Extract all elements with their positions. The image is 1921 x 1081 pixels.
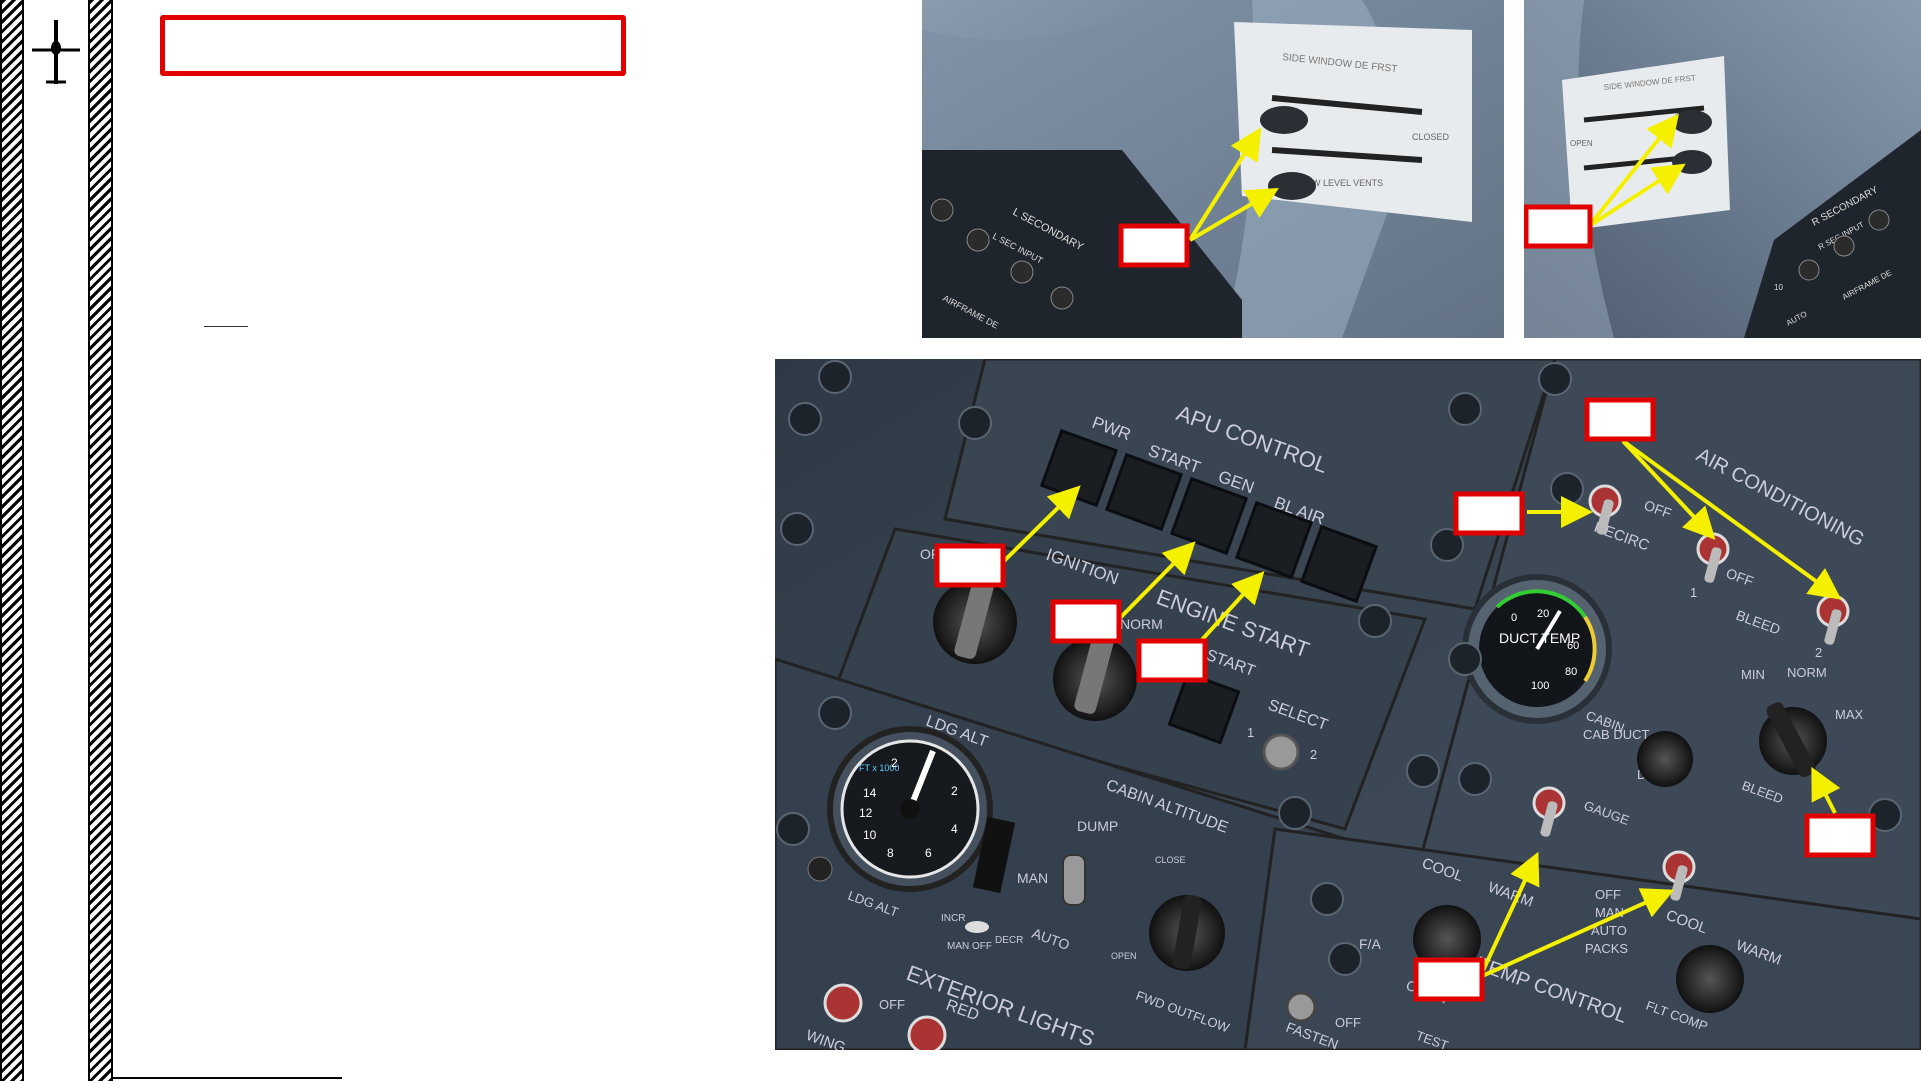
ldg-alt-tick: 14 <box>863 786 877 800</box>
left-margin-stripe <box>0 0 24 1081</box>
airplane-logo-icon <box>30 18 82 88</box>
fasten-off-label: OFF <box>1335 1015 1361 1030</box>
ldg-alt-tick: 12 <box>859 806 873 820</box>
open-label: OPEN <box>1111 951 1137 961</box>
gauge-tick: 60 <box>1567 640 1579 652</box>
wing-lights-toggle[interactable] <box>823 983 863 1023</box>
ldg-alt-tick: 2 <box>951 784 958 798</box>
gauge-tick: 80 <box>1565 666 1577 678</box>
divider <box>204 326 248 327</box>
dump-label: DUMP <box>1077 818 1118 834</box>
decr-label: DECR <box>995 935 1023 946</box>
wing-off-label: OFF <box>879 997 905 1012</box>
overhead-panel-photo: APU CONTROL PWR START GEN BL AIR IGNITIO… <box>775 359 1921 1050</box>
callout-box <box>1584 397 1656 442</box>
ldg-alt-knob[interactable] <box>807 856 833 882</box>
close-label: CLOSE <box>1155 855 1186 865</box>
closed-label: CLOSED <box>1412 132 1450 142</box>
upper-vent-lever[interactable] <box>1672 110 1712 134</box>
flight-compartment-temp-selector[interactable] <box>1676 945 1744 1013</box>
select-2-label: 2 <box>1310 747 1317 762</box>
ldg-alt-tick: 4 <box>951 822 958 836</box>
inner-margin-stripe <box>88 0 113 1081</box>
packs-off-label: OFF <box>1595 887 1621 902</box>
callout-box <box>934 543 1006 588</box>
page-title-box <box>160 15 626 76</box>
man-label: MAN <box>1017 870 1048 886</box>
callout-box <box>1804 813 1876 858</box>
callout-box <box>1050 599 1122 644</box>
landing-altitude-gauge: FT x 1000 2 14 12 10 8 6 4 2 <box>827 726 993 892</box>
ldg-alt-tick: 10 <box>863 828 877 842</box>
footer-divider <box>112 1077 342 1079</box>
cb-value: 10 <box>1774 283 1783 292</box>
man-off-label: MAN OFF <box>947 941 992 952</box>
callout-box <box>1413 957 1485 1002</box>
ldg-alt-tick: 2 <box>891 756 898 770</box>
open-label: OPEN <box>1570 139 1593 148</box>
cab-duct-label: CAB DUCT <box>1583 727 1650 742</box>
callout-box <box>1136 638 1208 683</box>
gauge-tick: 100 <box>1531 680 1549 692</box>
callout-box <box>1453 491 1525 536</box>
gauge-tick: 20 <box>1537 608 1549 620</box>
select-1-label: 1 <box>1247 725 1254 740</box>
ldg-alt-tick: 8 <box>887 846 894 860</box>
red-beacon-toggle[interactable] <box>907 1015 947 1050</box>
ignition-norm-label: NORM <box>1120 616 1163 632</box>
callout-box <box>1524 204 1593 249</box>
bleed-1-label: 1 <box>1690 585 1697 600</box>
duct-temp-gauge: DUCT TEMP 0 20 60 80 100 <box>1462 574 1612 724</box>
right-window-photo: SIDE WINDOW DE FRST OPEN R SECONDARY R S… <box>1524 0 1921 338</box>
lower-vent-lever[interactable] <box>1268 172 1316 200</box>
pressurization-mode-switch[interactable] <box>1062 854 1086 906</box>
packs-label: PACKS <box>1585 941 1628 956</box>
norm-label: NORM <box>1787 665 1827 680</box>
fasten-belts-switch[interactable] <box>1285 991 1317 1023</box>
callout-box <box>1118 223 1190 268</box>
ldg-alt-tick: 6 <box>925 846 932 860</box>
incr-label: INCR <box>941 913 965 924</box>
bleed-2-label: 2 <box>1815 645 1822 660</box>
engine-select-switch[interactable] <box>1262 733 1300 771</box>
cab-duct-gauge-selector[interactable] <box>1637 731 1693 787</box>
fa-label: F/A <box>1359 936 1381 952</box>
upper-vent-lever[interactable] <box>1260 106 1308 134</box>
min-label: MIN <box>1741 667 1765 682</box>
vents-label: W LEVEL VENTS <box>1312 178 1383 188</box>
manual-rate-switch[interactable] <box>965 921 989 933</box>
left-window-photo: SIDE WINDOW DE FRST CLOSED W LEVEL VENTS… <box>922 0 1504 338</box>
gauge-tick: 0 <box>1511 612 1517 624</box>
max-label: MAX <box>1835 707 1864 722</box>
